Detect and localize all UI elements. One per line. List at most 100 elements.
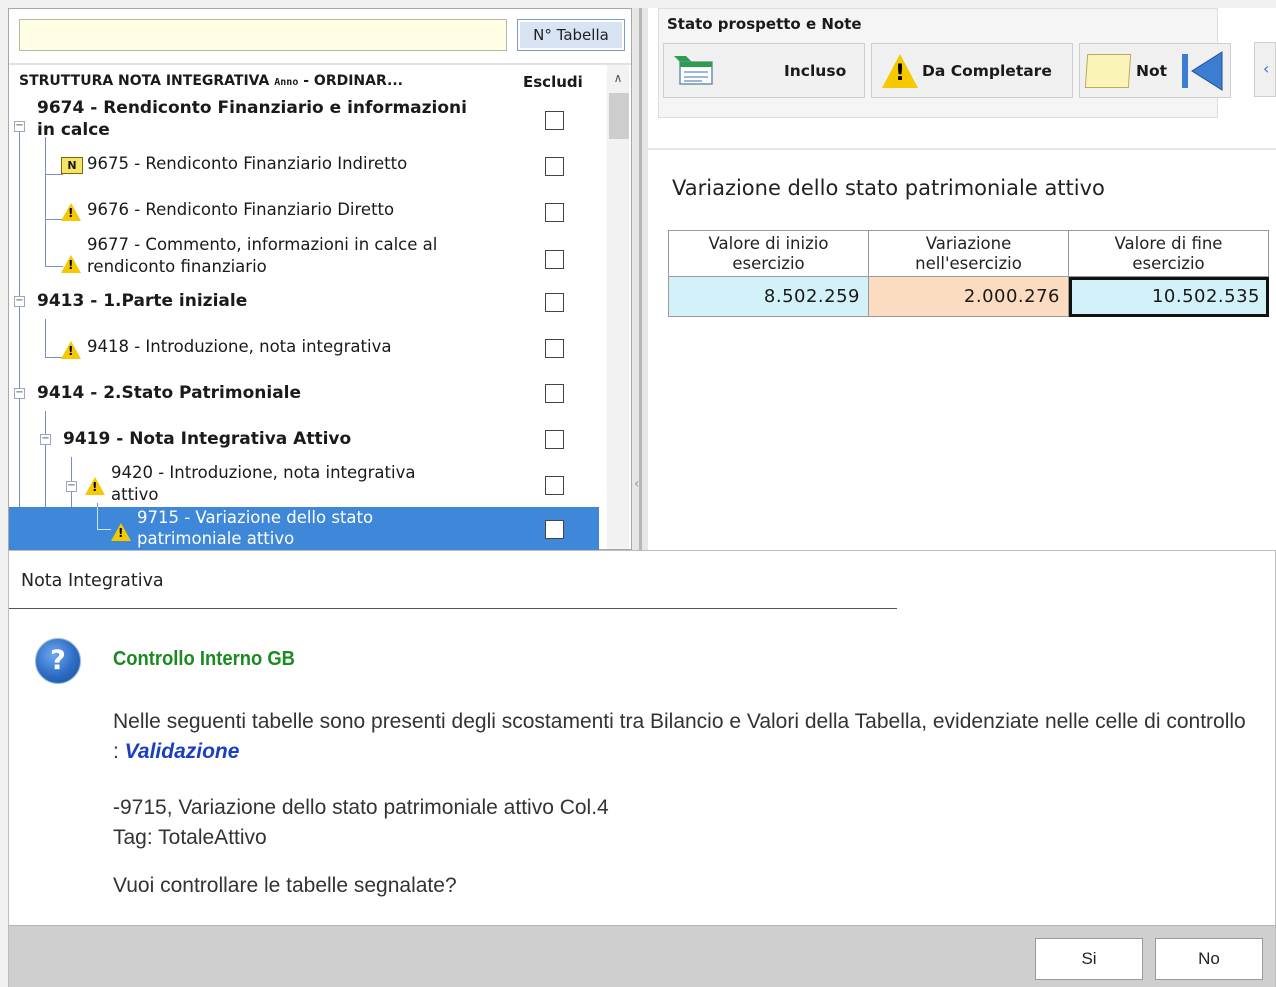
tree-item-9676[interactable]: 9676 - Rendiconto Finanziario Diretto: [9, 197, 599, 237]
tree-line: [97, 529, 111, 530]
search-input[interactable]: [19, 19, 507, 51]
panel-splitter[interactable]: ‹: [632, 8, 648, 550]
sticky-note-icon: [1084, 54, 1132, 88]
collapse-icon[interactable]: −: [66, 481, 77, 492]
tree-item-label: 9715 - Variazione dello stato: [137, 508, 374, 527]
tree-line: [97, 507, 98, 529]
tree-item-9677[interactable]: 9677 - Commento, informazioni in calce a…: [9, 233, 599, 281]
exclude-checkbox[interactable]: [545, 339, 564, 358]
warning-icon: [882, 54, 918, 88]
tree-item-label: 9414 - 2.Stato Patrimoniale: [37, 383, 302, 403]
yes-button[interactable]: Si: [1035, 938, 1143, 980]
cell-valore-inizio[interactable]: 8.502.259: [668, 276, 869, 317]
tree-item-9420[interactable]: − 9420 - Introduzione, nota integrativa …: [9, 461, 599, 509]
collapse-icon[interactable]: −: [14, 121, 25, 132]
warning-icon: [61, 255, 81, 273]
exclude-checkbox[interactable]: [545, 203, 564, 222]
dialog-detail-table: -9715, Variazione dello stato patrimonia…: [113, 796, 609, 819]
prospetto-table: Valore di inizio esercizio Variazione nell…: [668, 230, 1269, 317]
dialog-message-text: Nelle seguenti tabelle sono presenti deg…: [113, 710, 1246, 763]
cell-valore-fine[interactable]: 10.502.535: [1068, 276, 1269, 317]
question-icon: ?: [35, 638, 81, 684]
warning-icon: [61, 203, 81, 221]
tree-item-9674[interactable]: − 9674 - Rendiconto Finanziario e inform…: [9, 97, 599, 145]
tree-item-label: 9674 - Rendiconto Finanziario e informaz…: [37, 98, 467, 118]
note-n-icon: N: [61, 157, 83, 174]
prospetto-title: Variazione dello stato patrimoniale atti…: [672, 176, 1105, 200]
dialog-title-divider: [9, 608, 897, 609]
tree-header-title-rest: - ORDINAR...: [298, 73, 403, 89]
confirmation-dialog: Nota Integrativa ? Controllo Interno GB …: [8, 550, 1276, 987]
tree-item-9715-selected[interactable]: 9715 - Variazione dello stato patrimonia…: [9, 507, 599, 550]
cell-variazione[interactable]: 2.000.276: [868, 276, 1069, 317]
tree-header-title-main: STRUTTURA NOTA INTEGRATIVA: [19, 73, 275, 89]
collapse-icon[interactable]: −: [14, 388, 25, 399]
stato-title: Stato prospetto e Note: [667, 15, 862, 33]
column-header-inizio: Valore di inizio esercizio: [668, 230, 869, 277]
detail-panel: Stato prospetto e Note Incluso Da Comple…: [648, 8, 1276, 550]
tree-item-9413[interactable]: − 9413 - 1.Parte iniziale: [9, 289, 599, 329]
validazione-link: Validazione: [124, 740, 240, 763]
warning-icon: [85, 477, 105, 495]
tree-item-label: 9413 - 1.Parte iniziale: [37, 291, 248, 311]
note-button[interactable]: Not: [1079, 43, 1231, 98]
warning-icon: [111, 523, 131, 541]
collapse-icon[interactable]: −: [14, 296, 25, 307]
column-header-variazione: Variazione nell'esercizio: [868, 230, 1069, 277]
ntabella-button[interactable]: N° Tabella: [517, 19, 625, 51]
dialog-footer: Si No: [9, 925, 1275, 987]
header-line: Valore di fine: [1114, 233, 1223, 253]
collapse-icon[interactable]: −: [40, 434, 51, 445]
exclude-checkbox[interactable]: [545, 293, 564, 312]
no-button[interactable]: No: [1155, 938, 1263, 980]
dialog-question: Vuoi controllare le tabelle segnalate?: [113, 874, 457, 897]
exclude-checkbox[interactable]: [545, 476, 564, 495]
nav-button[interactable]: ‹: [1254, 42, 1276, 97]
column-header-fine: Valore di fine esercizio: [1068, 230, 1269, 277]
tree-header-title: STRUTTURA NOTA INTEGRATIVA Anno - ORDINA…: [19, 73, 507, 89]
tree-item-label: 9675 - Rendiconto Finanziario Indiretto: [87, 154, 408, 173]
da-completare-button[interactable]: Da Completare: [871, 43, 1073, 98]
chevron-left-icon[interactable]: ‹: [634, 476, 640, 492]
header-line: esercizio: [732, 253, 805, 273]
stato-group: Stato prospetto e Note Incluso Da Comple…: [658, 8, 1231, 118]
scroll-thumb[interactable]: [609, 93, 629, 139]
panel-separator: [648, 148, 1276, 150]
dialog-title: Nota Integrativa: [21, 571, 164, 591]
tree-item-label: 9420 - Introduzione, nota integrativa: [111, 463, 416, 482]
tree-item-label: 9418 - Introduzione, nota integrativa: [87, 337, 392, 356]
escludi-column-header: Escludi: [523, 73, 583, 91]
header-line: nell'esercizio: [915, 253, 1022, 273]
exclude-checkbox[interactable]: [545, 520, 564, 539]
tree-item-9414[interactable]: − 9414 - 2.Stato Patrimoniale: [9, 381, 599, 421]
exclude-checkbox[interactable]: [545, 157, 564, 176]
panel-divider: [9, 63, 631, 65]
header-line: esercizio: [1132, 253, 1205, 273]
splitter-line: [639, 8, 642, 550]
included-table-icon: [674, 56, 713, 85]
tree-item-9675[interactable]: N 9675 - Rendiconto Finanziario Indirett…: [9, 151, 599, 191]
tree-item-9418[interactable]: 9418 - Introduzione, nota integrativa: [9, 335, 599, 375]
tree-item-label: in calce: [37, 120, 110, 140]
dialog-heading: Controllo Interno GB: [113, 648, 295, 670]
exclude-checkbox[interactable]: [545, 111, 564, 130]
dialog-message: Nelle seguenti tabelle sono presenti deg…: [113, 707, 1253, 767]
exclude-checkbox[interactable]: [545, 430, 564, 449]
warning-icon: [61, 341, 81, 359]
tree-item-label: patrimoniale attivo: [137, 529, 295, 548]
first-page-icon[interactable]: [1180, 50, 1224, 92]
exclude-checkbox[interactable]: [545, 384, 564, 403]
tree-item-label: 9677 - Commento, informazioni in calce a…: [87, 235, 438, 254]
tree-item-label: 9419 - Nota Integrativa Attivo: [63, 429, 352, 449]
table-row: 8.502.259 2.000.276 10.502.535: [668, 276, 1269, 317]
structure-panel: N° Tabella STRUTTURA NOTA INTEGRATIVA An…: [8, 8, 632, 550]
dialog-detail-tag: Tag: TotaleAttivo: [113, 826, 267, 849]
tree-item-label: attivo: [111, 485, 159, 504]
tree-header: STRUTTURA NOTA INTEGRATIVA Anno - ORDINA…: [19, 71, 605, 97]
tree-scrollbar[interactable]: ∧: [607, 65, 629, 549]
tree-item-label: 9676 - Rendiconto Finanziario Diretto: [87, 200, 395, 219]
exclude-checkbox[interactable]: [545, 250, 564, 269]
note-label: Not: [1136, 62, 1168, 80]
scroll-up-icon[interactable]: ∧: [607, 71, 629, 91]
incluso-button[interactable]: Incluso: [663, 43, 865, 98]
